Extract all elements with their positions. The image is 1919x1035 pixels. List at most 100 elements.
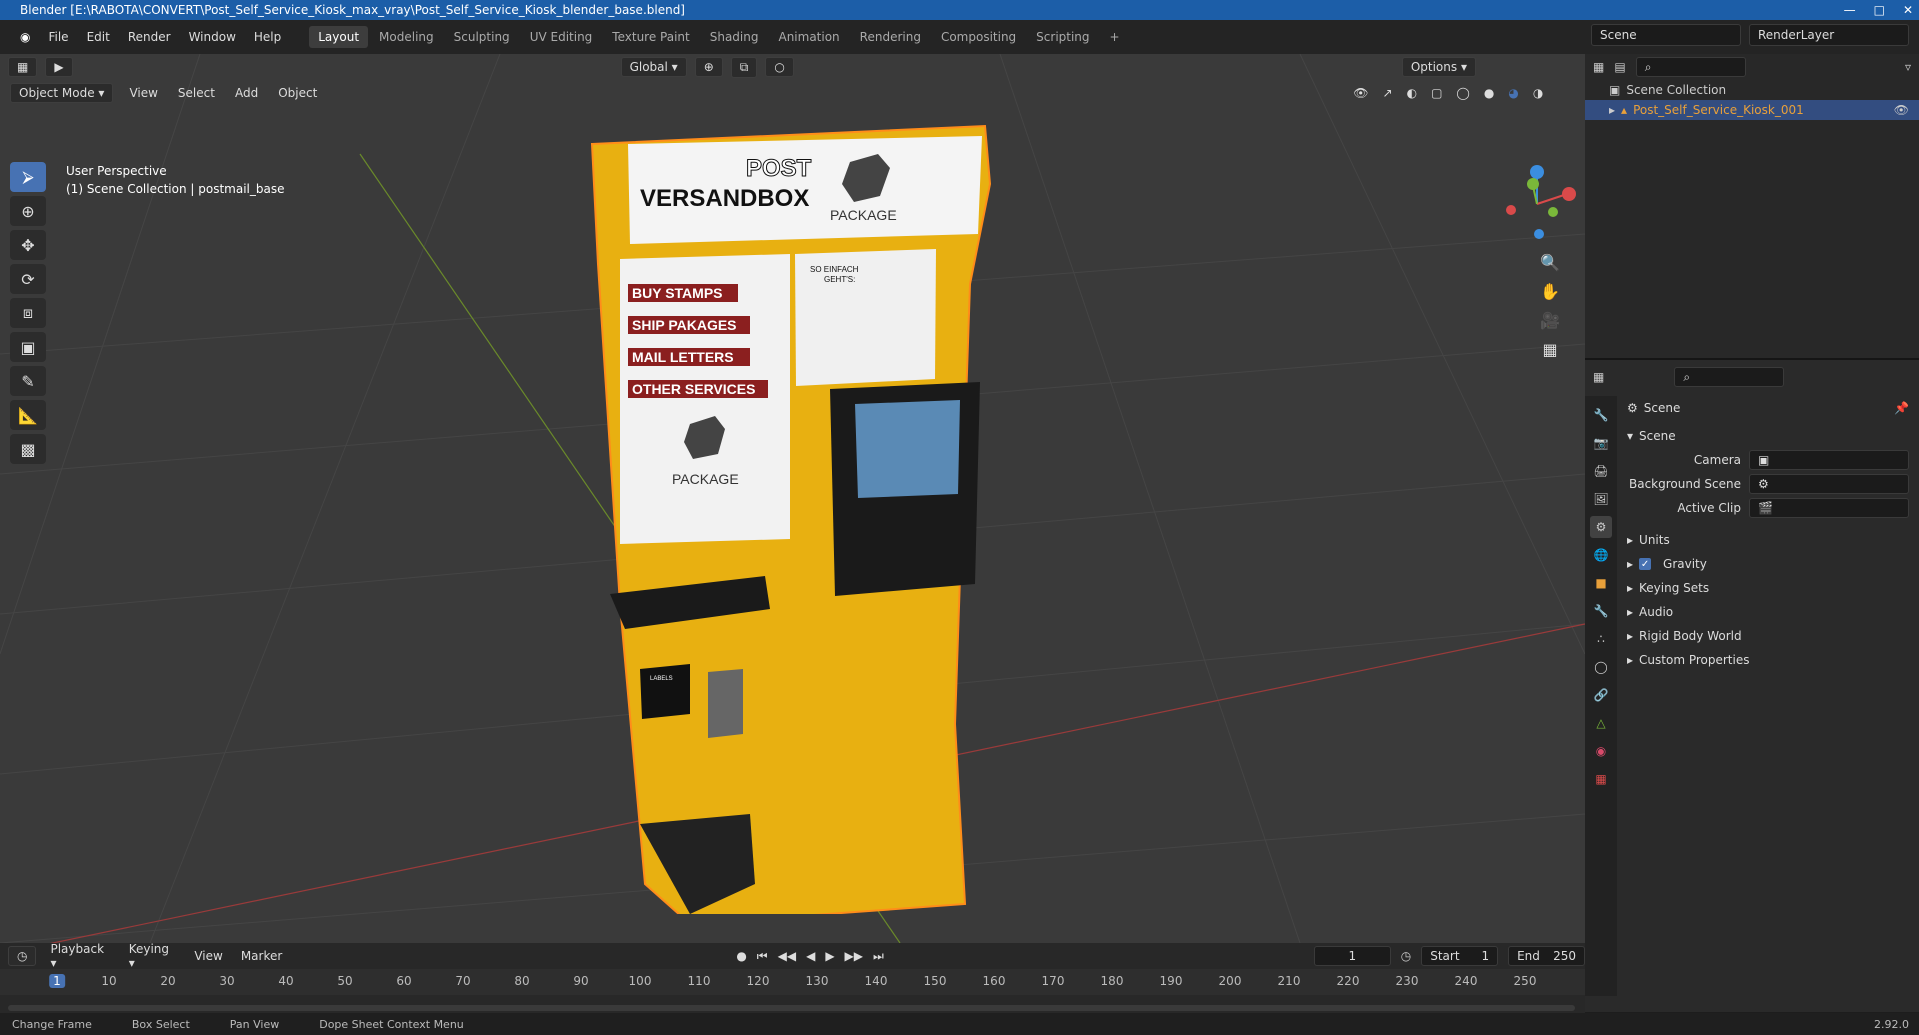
- menu-window[interactable]: Window: [181, 27, 244, 47]
- tool-tab-icon[interactable]: 🔧: [1590, 404, 1612, 426]
- add-workspace-icon[interactable]: +: [1101, 26, 1129, 48]
- keying-menu[interactable]: Keying ▾: [125, 940, 181, 972]
- scene-section-header[interactable]: ▾ Scene: [1619, 424, 1919, 448]
- collapse-arrow-icon[interactable]: ▾: [1627, 429, 1633, 443]
- wireframe-shading-icon[interactable]: ◯: [1456, 86, 1469, 100]
- gizmo-toggle-icon[interactable]: ↗: [1383, 86, 1393, 100]
- xray-icon[interactable]: ▢: [1431, 86, 1442, 100]
- material-tab-icon[interactable]: ◉: [1590, 740, 1612, 762]
- renderlayer-selector[interactable]: RenderLayer: [1749, 24, 1909, 46]
- tab-modeling[interactable]: Modeling: [370, 26, 443, 48]
- constraints-tab-icon[interactable]: 🔗: [1590, 684, 1612, 706]
- playback-menu[interactable]: Playback ▾: [46, 940, 114, 972]
- camera-field[interactable]: ▣: [1749, 450, 1909, 470]
- 3d-viewport[interactable]: ▦ ▶ Global ▾ ⊕ ⧉ ○ Options ▾ Object Mode…: [0, 54, 1585, 943]
- gravity-panel[interactable]: ▸ ✓ Gravity: [1619, 552, 1919, 576]
- keying-sets-panel[interactable]: ▸ Keying Sets: [1619, 576, 1919, 600]
- menu-render[interactable]: Render: [120, 27, 179, 47]
- editor-type-button[interactable]: ▦: [8, 57, 38, 77]
- rotate-tool-icon[interactable]: ⟳: [10, 264, 46, 294]
- properties-editor-type-icon[interactable]: ▦: [1593, 370, 1604, 384]
- tab-uv-editing[interactable]: UV Editing: [521, 26, 602, 48]
- outliner-display-mode-icon[interactable]: ▦: [1593, 60, 1604, 74]
- active-clip-field[interactable]: 🎬: [1749, 498, 1909, 518]
- prev-keyframe-icon[interactable]: ◀◀: [778, 949, 796, 964]
- tab-rendering[interactable]: Rendering: [851, 26, 930, 48]
- modifier-tab-icon[interactable]: 🔧: [1590, 600, 1612, 622]
- visibility-icon[interactable]: 👁: [1353, 86, 1368, 100]
- material-shading-icon[interactable]: ◕: [1508, 86, 1518, 100]
- transform-tool-icon[interactable]: ▣: [10, 332, 46, 362]
- menu-add[interactable]: Add: [231, 84, 262, 102]
- filter-icon[interactable]: ▿: [1905, 60, 1911, 74]
- menu-view[interactable]: View: [125, 84, 161, 102]
- proportional-button[interactable]: ○: [765, 57, 794, 77]
- object-tab-icon[interactable]: ■: [1590, 572, 1612, 594]
- blender-logo-icon[interactable]: ◉: [12, 27, 38, 47]
- move-tool-icon[interactable]: ✥: [10, 230, 46, 260]
- menu-help[interactable]: Help: [246, 27, 289, 47]
- overlay-toggle-icon[interactable]: ◐: [1407, 86, 1417, 100]
- data-tab-icon[interactable]: △: [1590, 712, 1612, 734]
- outliner-object-row[interactable]: ▸ ▴ Post_Self_Service_Kiosk_001 👁: [1585, 100, 1919, 120]
- rendered-shading-icon[interactable]: ◑: [1533, 86, 1543, 100]
- select-box-tool-icon[interactable]: ⮚: [10, 162, 46, 192]
- menu-select[interactable]: Select: [174, 84, 219, 102]
- navigation-gizmo[interactable]: 🔍 ✋ 🎥 ▦: [1495, 164, 1585, 384]
- tab-compositing[interactable]: Compositing: [932, 26, 1025, 48]
- gravity-checkbox[interactable]: ✓: [1639, 558, 1652, 570]
- background-scene-field[interactable]: ⚙: [1749, 474, 1909, 494]
- outliner-scene-collection[interactable]: ▣ Scene Collection: [1585, 80, 1919, 100]
- options-dropdown[interactable]: Options ▾: [1401, 57, 1476, 77]
- timeline-view-menu[interactable]: View: [190, 947, 226, 965]
- timeline-editor-type-icon[interactable]: ◷: [8, 946, 37, 966]
- play-reverse-icon[interactable]: ◀: [806, 949, 815, 964]
- output-tab-icon[interactable]: 🖨: [1590, 460, 1612, 482]
- texture-tab-icon[interactable]: ▦: [1590, 768, 1612, 790]
- outliner-view-icon[interactable]: ▤: [1614, 60, 1625, 74]
- play-icon[interactable]: ▶: [825, 949, 834, 964]
- view-layer-tab-icon[interactable]: 🖼: [1590, 488, 1612, 510]
- menu-edit[interactable]: Edit: [79, 27, 118, 47]
- minimize-icon[interactable]: —: [1844, 3, 1856, 17]
- render-tab-icon[interactable]: 📷: [1590, 432, 1612, 454]
- add-cube-tool-icon[interactable]: ▩: [10, 434, 46, 464]
- pivot-button[interactable]: ⊕: [694, 57, 723, 77]
- start-frame-field[interactable]: Start 1: [1421, 946, 1499, 966]
- scene-tab-icon[interactable]: ⚙: [1590, 516, 1612, 538]
- select-mode-button[interactable]: ▶: [45, 57, 73, 77]
- audio-panel[interactable]: ▸ Audio: [1619, 600, 1919, 624]
- outliner-search-input[interactable]: ⌕: [1635, 57, 1746, 77]
- kiosk-model[interactable]: POST VERSANDBOX PACKAGE BUY STAMPS SHIP …: [580, 124, 1000, 914]
- cursor-tool-icon[interactable]: ⊕: [10, 196, 46, 226]
- jump-end-icon[interactable]: ⏭: [873, 949, 884, 964]
- end-frame-field[interactable]: End 250: [1508, 946, 1585, 966]
- orientation-dropdown[interactable]: Global ▾: [620, 57, 687, 77]
- record-icon[interactable]: ●: [736, 949, 746, 964]
- next-keyframe-icon[interactable]: ▶▶: [845, 949, 863, 964]
- tab-scripting[interactable]: Scripting: [1027, 26, 1098, 48]
- properties-search-input[interactable]: ⌕: [1674, 367, 1785, 387]
- tab-animation[interactable]: Animation: [769, 26, 848, 48]
- tab-sculpting[interactable]: Sculpting: [445, 26, 519, 48]
- current-frame-field[interactable]: 1: [1313, 946, 1391, 966]
- ortho-grid-icon[interactable]: ▦: [1542, 340, 1557, 359]
- expand-arrow-icon[interactable]: ▸: [1609, 103, 1615, 117]
- rigid-body-world-panel[interactable]: ▸ Rigid Body World: [1619, 624, 1919, 648]
- marker-menu[interactable]: Marker: [237, 947, 286, 965]
- mode-dropdown[interactable]: Object Mode ▾: [10, 83, 114, 103]
- solid-shading-icon[interactable]: ●: [1484, 86, 1494, 100]
- particles-tab-icon[interactable]: ∴: [1590, 628, 1612, 650]
- tab-texture-paint[interactable]: Texture Paint: [603, 26, 698, 48]
- units-panel[interactable]: ▸ Units: [1619, 528, 1919, 552]
- close-icon[interactable]: ✕: [1903, 3, 1913, 17]
- custom-properties-panel[interactable]: ▸ Custom Properties: [1619, 648, 1919, 672]
- scale-tool-icon[interactable]: ⧈: [10, 298, 46, 328]
- pin-icon[interactable]: 📌: [1894, 401, 1909, 415]
- snap-button[interactable]: ⧉: [730, 56, 758, 78]
- jump-start-icon[interactable]: ⏮: [757, 949, 768, 964]
- physics-tab-icon[interactable]: ◯: [1590, 656, 1612, 678]
- scene-selector[interactable]: Scene: [1591, 24, 1741, 46]
- axis-gizmo[interactable]: [1495, 164, 1585, 244]
- menu-file[interactable]: File: [40, 27, 76, 47]
